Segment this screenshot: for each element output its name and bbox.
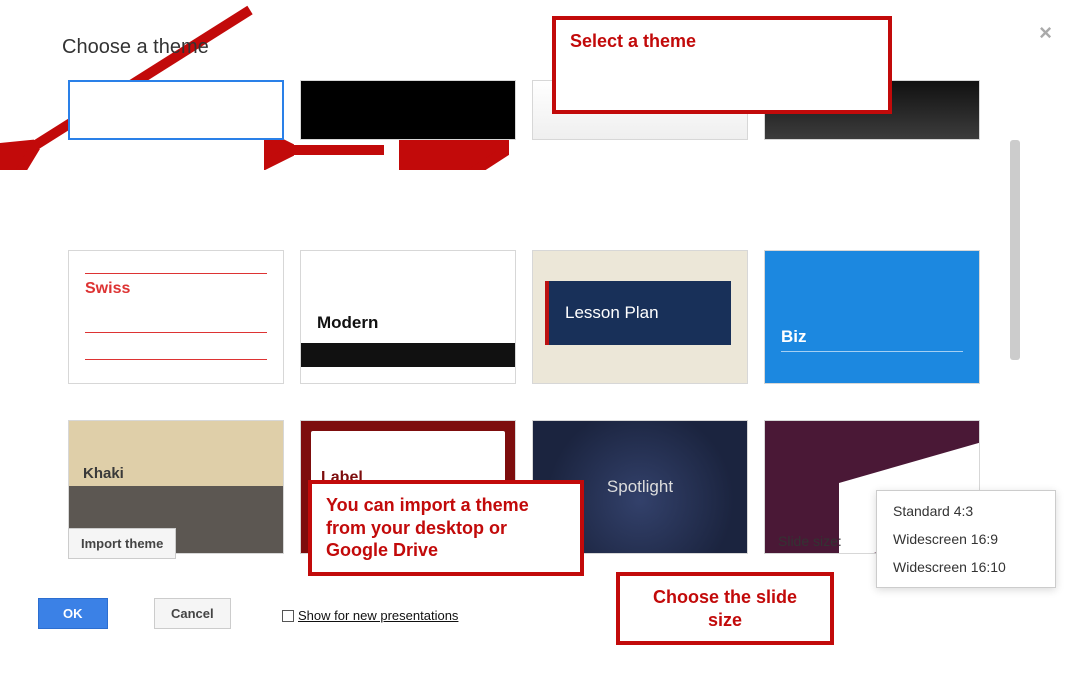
- annotation-select-theme: Select a theme: [552, 16, 892, 114]
- theme-label: Modern: [317, 313, 378, 333]
- cancel-button[interactable]: Cancel: [154, 598, 231, 629]
- checkbox-label: Show for new presentations: [298, 608, 458, 623]
- import-theme-button[interactable]: Import theme: [68, 528, 176, 559]
- show-for-new-checkbox[interactable]: Show for new presentations: [282, 608, 458, 623]
- checkbox-icon: [282, 610, 294, 622]
- slide-size-menu: Standard 4:3 Widescreen 16:9 Widescreen …: [876, 490, 1056, 588]
- theme-card-modern[interactable]: Modern: [300, 250, 516, 384]
- theme-label: Swiss: [85, 280, 267, 298]
- scrollbar[interactable]: [1010, 140, 1020, 360]
- theme-card-swiss[interactable]: Swiss: [68, 250, 284, 384]
- dialog-title: Choose a theme: [62, 36, 209, 59]
- theme-chooser-dialog: Choose a theme × Swiss Modern Lesson Pla…: [0, 0, 1074, 674]
- theme-card-biz[interactable]: Biz: [764, 250, 980, 384]
- slide-size-option[interactable]: Standard 4:3: [877, 497, 1055, 525]
- theme-label: Lesson Plan: [565, 303, 659, 323]
- theme-label: Khaki: [83, 465, 124, 482]
- annotation-import-note: You can import a theme from your desktop…: [308, 480, 584, 576]
- theme-card[interactable]: [68, 80, 284, 140]
- annotation-choose-size: Choose the slide size: [616, 572, 834, 645]
- close-icon[interactable]: ×: [1039, 20, 1052, 46]
- theme-label: Biz: [781, 327, 807, 347]
- theme-label: Spotlight: [607, 477, 673, 497]
- slide-size-label: Slide size:: [778, 533, 842, 549]
- slide-size-option[interactable]: Widescreen 16:10: [877, 553, 1055, 581]
- ok-button[interactable]: OK: [38, 598, 108, 629]
- slide-size-option[interactable]: Widescreen 16:9: [877, 525, 1055, 553]
- theme-card-lesson-plan[interactable]: Lesson Plan: [532, 250, 748, 384]
- theme-card[interactable]: [300, 80, 516, 140]
